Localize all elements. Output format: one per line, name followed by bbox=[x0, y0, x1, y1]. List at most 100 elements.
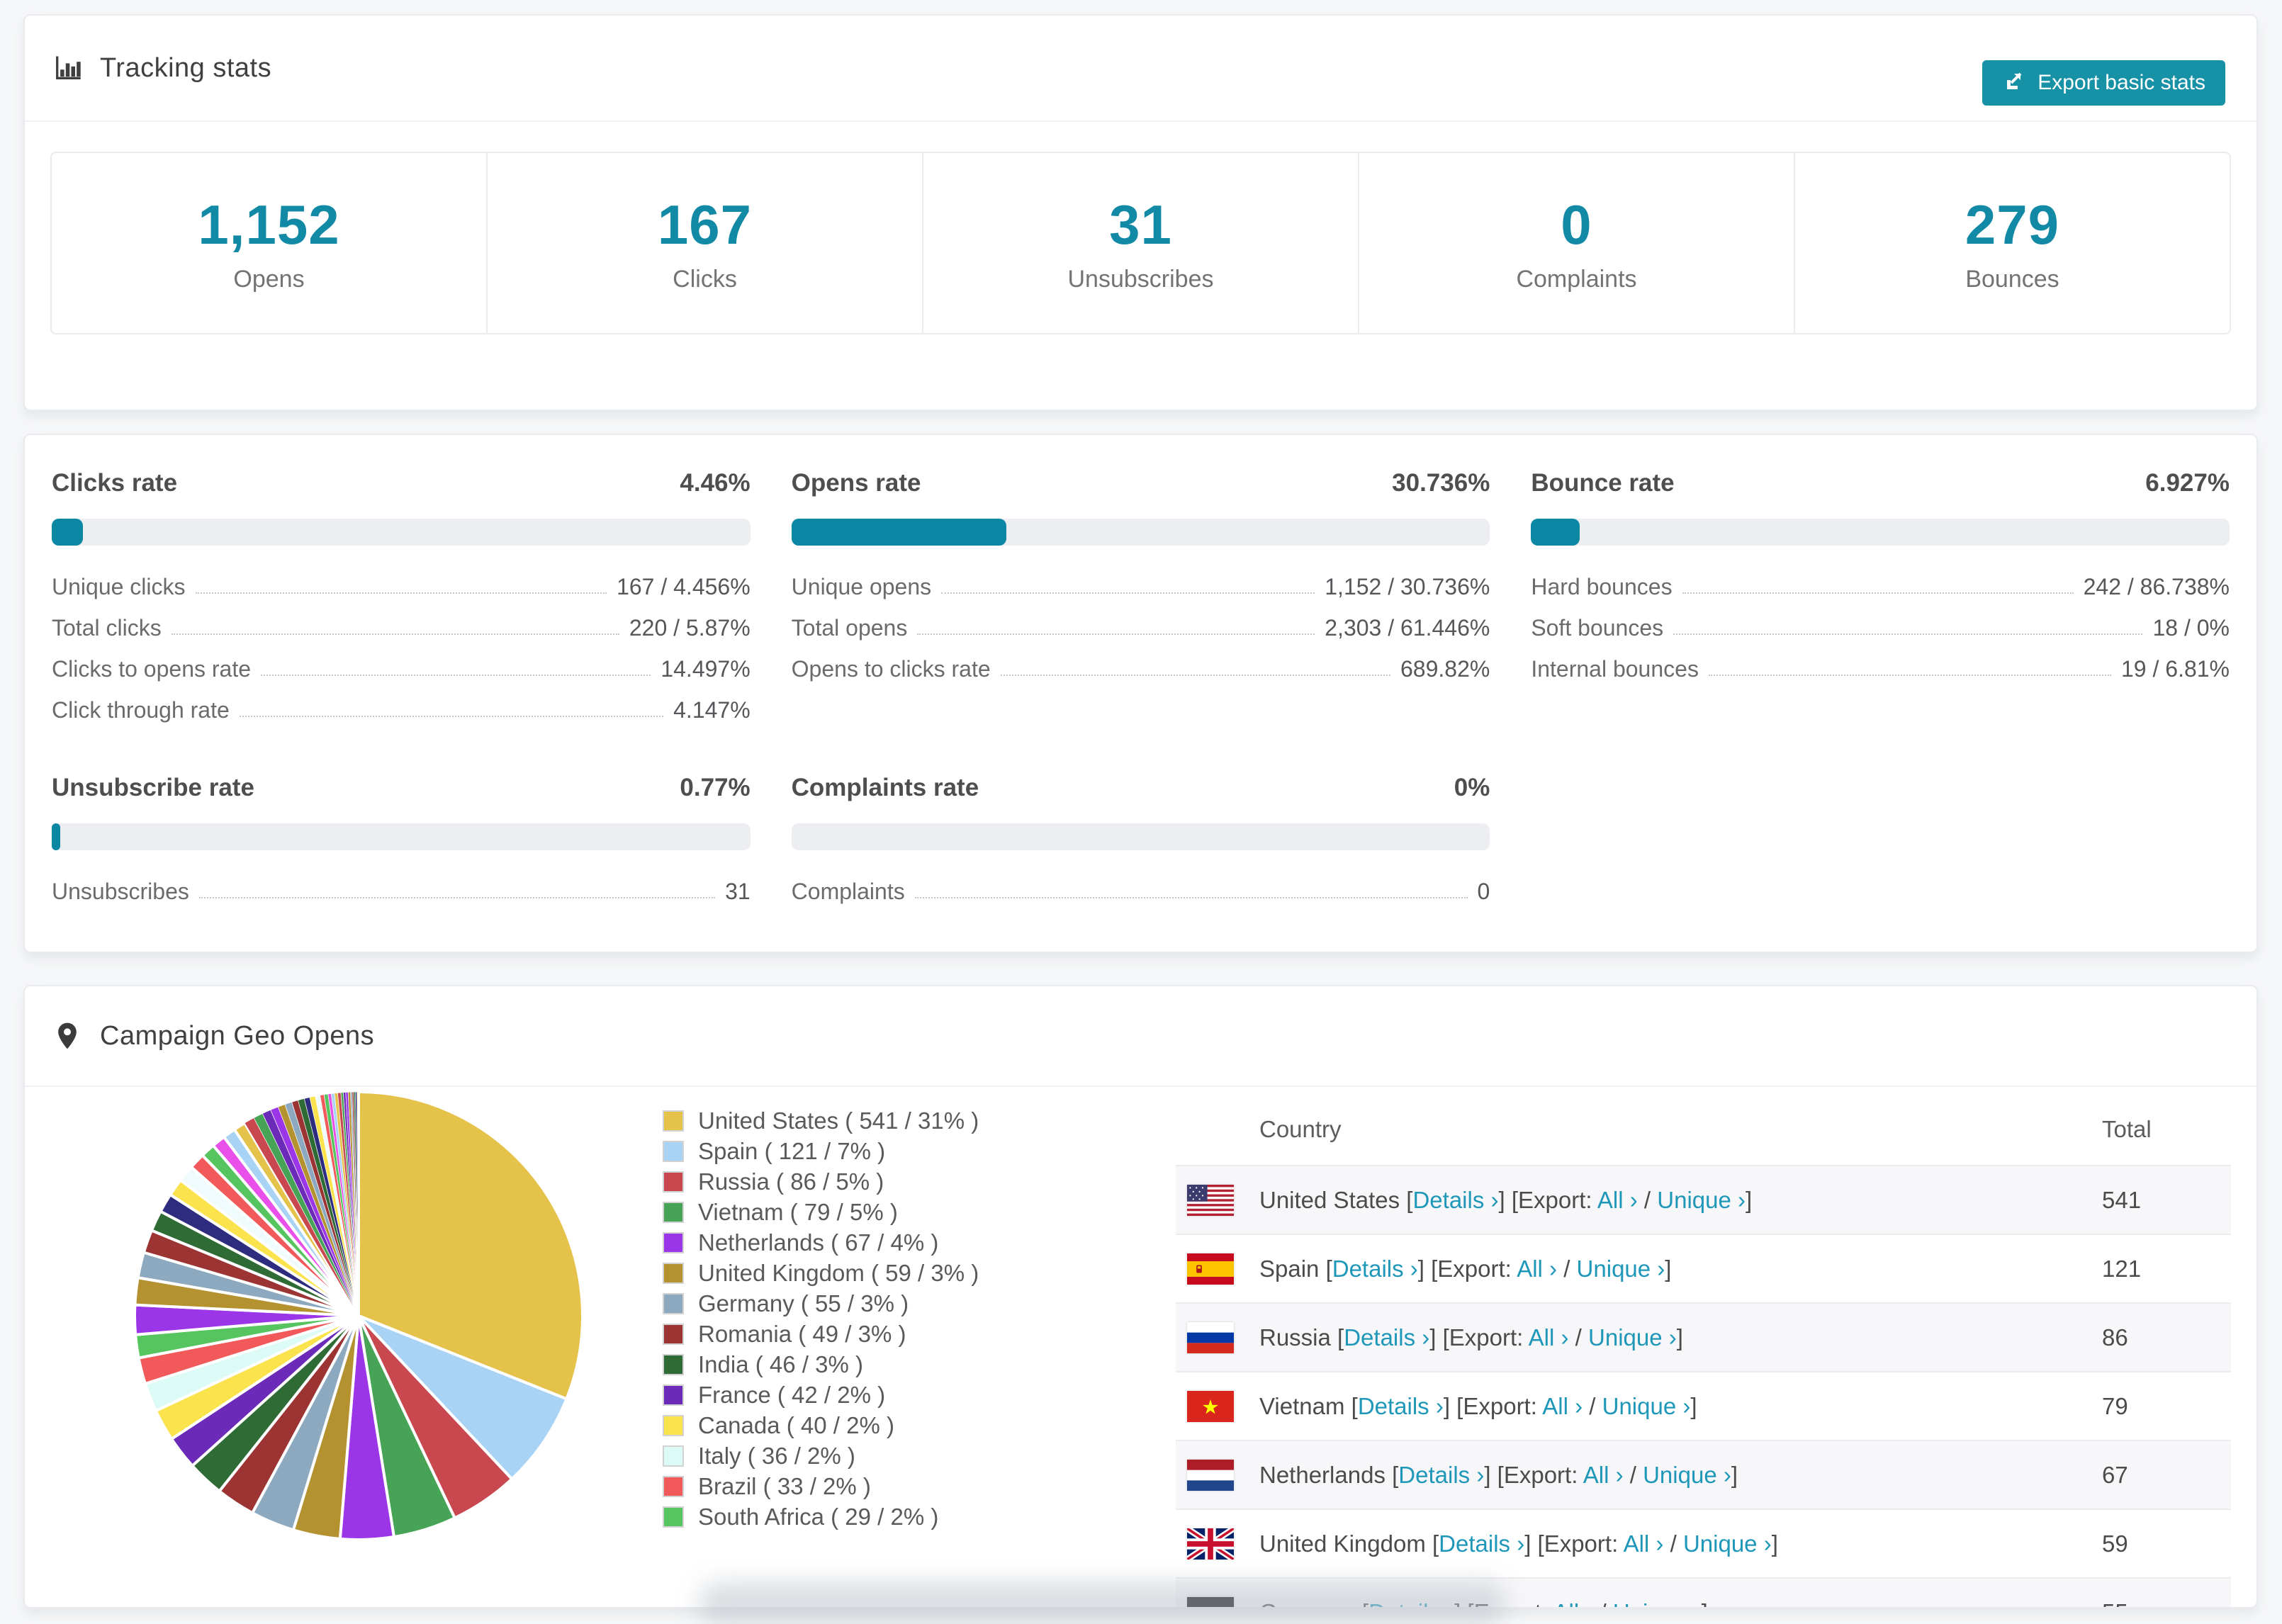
flag-es-icon bbox=[1187, 1253, 1234, 1285]
legend-label: Vietnam ( 79 / 5% ) bbox=[698, 1198, 898, 1225]
rate-detail-row: Soft bounces 18 / 0% bbox=[1531, 615, 2230, 641]
export-all-link[interactable]: All › bbox=[1517, 1256, 1557, 1282]
rate-title: Bounce rate bbox=[1531, 469, 1675, 497]
rate-detail-rows: Hard bounces 242 / 86.738% Soft bounces 18 … bbox=[1531, 574, 2230, 682]
rate-detail-label: Complaints bbox=[791, 879, 905, 904]
rate-detail-label: Hard bounces bbox=[1531, 574, 1673, 599]
details-link[interactable]: Details › bbox=[1368, 1599, 1454, 1608]
tracking-stats-card: Tracking stats Export basic stats 1,152 O… bbox=[23, 14, 2258, 411]
bracket-text: [ bbox=[1344, 1392, 1358, 1419]
details-link[interactable]: Details › bbox=[1412, 1187, 1498, 1213]
country-name: Russia bbox=[1259, 1324, 1331, 1350]
dotted-leader bbox=[171, 633, 619, 635]
details-link[interactable]: Details › bbox=[1358, 1393, 1444, 1419]
geo-opens-card: Campaign Geo Opens United States ( 541 /… bbox=[23, 985, 2258, 1608]
stat-value: 31 bbox=[1109, 193, 1172, 256]
bracket-text: [ bbox=[1319, 1255, 1332, 1282]
export-unique-link[interactable]: Unique › bbox=[1657, 1187, 1746, 1213]
country-name: Vietnam bbox=[1259, 1392, 1345, 1419]
total-cell: 67 bbox=[2102, 1461, 2128, 1488]
geo-opens-table: Country Total United States [Details ›] … bbox=[1176, 1094, 2231, 1608]
country-cell: Vietnam [Details ›] [Export: All › / Uni… bbox=[1259, 1393, 1697, 1420]
details-link[interactable]: Details › bbox=[1398, 1462, 1484, 1488]
legend-swatch bbox=[663, 1353, 684, 1375]
export-unique-link[interactable]: Unique › bbox=[1602, 1393, 1691, 1419]
export-unique-link[interactable]: Unique › bbox=[1577, 1256, 1665, 1282]
legend-swatch bbox=[663, 1292, 684, 1314]
dotted-leader bbox=[917, 633, 1315, 635]
rate-detail-label: Unique clicks bbox=[52, 574, 186, 599]
legend-label: United Kingdom ( 59 / 3% ) bbox=[698, 1259, 979, 1286]
legend-item-netherlands: Netherlands ( 67 / 4% ) bbox=[663, 1227, 979, 1258]
rate-detail-value: 14.497% bbox=[661, 656, 751, 682]
rate-detail-label: Click through rate bbox=[52, 697, 230, 723]
bracket-text: [ bbox=[1425, 1530, 1439, 1557]
flag-gb-icon bbox=[1187, 1528, 1234, 1560]
export-basic-stats-button[interactable]: Export basic stats bbox=[1982, 60, 2225, 106]
legend-item-spain: Spain ( 121 / 7% ) bbox=[663, 1136, 979, 1166]
legend-swatch bbox=[663, 1201, 684, 1223]
rate-detail-row: Internal bounces 19 / 6.81% bbox=[1531, 656, 2230, 682]
export-unique-link[interactable]: Unique › bbox=[1588, 1324, 1677, 1350]
flag-us-icon bbox=[1187, 1184, 1234, 1216]
legend-swatch bbox=[663, 1384, 684, 1406]
export-all-link[interactable]: All › bbox=[1583, 1462, 1624, 1488]
rate-detail-value: 242 / 86.738% bbox=[2083, 574, 2230, 599]
export-prefix-text: ] [Export: bbox=[1524, 1530, 1624, 1557]
stat-value: 279 bbox=[1965, 193, 2060, 256]
bracket-text: ] bbox=[1665, 1255, 1672, 1282]
export-all-link[interactable]: All › bbox=[1624, 1530, 1664, 1557]
details-link[interactable]: Details › bbox=[1439, 1530, 1524, 1557]
rate-detail-row: Clicks to opens rate 14.497% bbox=[52, 656, 751, 682]
export-all-link[interactable]: All › bbox=[1529, 1324, 1569, 1350]
country-name: Netherlands bbox=[1259, 1461, 1386, 1488]
total-cell: 79 bbox=[2102, 1392, 2128, 1419]
export-all-link[interactable]: All › bbox=[1597, 1187, 1638, 1213]
export-all-link[interactable]: All › bbox=[1553, 1599, 1594, 1608]
map-pin-icon bbox=[52, 1020, 83, 1051]
table-row-nl: Netherlands [Details ›] [Export: All › /… bbox=[1176, 1440, 2231, 1509]
legend-item-canada: Canada ( 40 / 2% ) bbox=[663, 1410, 979, 1440]
export-all-link[interactable]: All › bbox=[1542, 1393, 1583, 1419]
legend-label: India ( 46 / 3% ) bbox=[698, 1350, 863, 1377]
stat-value: 167 bbox=[657, 193, 753, 256]
table-row-us: United States [Details ›] [Export: All ›… bbox=[1176, 1165, 2231, 1234]
legend-item-romania: Romania ( 49 / 3% ) bbox=[663, 1319, 979, 1349]
stat-label: Unsubscribes bbox=[1067, 266, 1214, 293]
rate-detail-label: Total opens bbox=[791, 615, 908, 641]
legend-label: Russia ( 86 / 5% ) bbox=[698, 1168, 884, 1195]
legend-swatch bbox=[663, 1110, 684, 1132]
separator-text: / bbox=[1568, 1324, 1589, 1350]
rate-detail-label: Soft bounces bbox=[1531, 615, 1664, 641]
export-unique-link[interactable]: Unique › bbox=[1683, 1530, 1772, 1557]
rate-detail-label: Unsubscribes bbox=[52, 879, 189, 904]
separator-text: / bbox=[1663, 1530, 1683, 1557]
country-cell: United States [Details ›] [Export: All ›… bbox=[1259, 1187, 1752, 1214]
country-cell: Spain [Details ›] [Export: All › / Uniqu… bbox=[1259, 1256, 1671, 1282]
country-name: Germany bbox=[1259, 1599, 1356, 1608]
export-unique-link[interactable]: Unique › bbox=[1613, 1599, 1702, 1608]
flag-de-icon bbox=[1187, 1596, 1234, 1607]
rate-detail-row: Unsubscribes 31 bbox=[52, 879, 751, 905]
legend-label: Brazil ( 33 / 2% ) bbox=[698, 1472, 871, 1499]
details-link[interactable]: Details › bbox=[1332, 1256, 1418, 1282]
export-button-label: Export basic stats bbox=[2038, 71, 2205, 94]
details-link[interactable]: Details › bbox=[1344, 1324, 1429, 1350]
rate-detail-rows: Unique clicks 167 / 4.456% Total clicks 220… bbox=[52, 574, 751, 723]
export-prefix-text: ] [Export: bbox=[1484, 1461, 1583, 1488]
legend-label: Romania ( 49 / 3% ) bbox=[698, 1320, 906, 1347]
rate-block-opens-rate: Opens rate 30.736% Unique opens 1,152 / 30.… bbox=[791, 469, 1490, 738]
stat-label: Clicks bbox=[673, 266, 737, 293]
legend-swatch bbox=[663, 1323, 684, 1345]
legend-item-france: France ( 42 / 2% ) bbox=[663, 1380, 979, 1410]
rate-value: 30.736% bbox=[1392, 469, 1490, 497]
legend-swatch bbox=[663, 1445, 684, 1467]
legend-item-brazil: Brazil ( 33 / 2% ) bbox=[663, 1471, 979, 1501]
rate-detail-row: Complaints 0 bbox=[792, 879, 1490, 905]
bracket-text: ] bbox=[1771, 1530, 1778, 1557]
export-unique-link[interactable]: Unique › bbox=[1643, 1462, 1731, 1488]
dotted-leader bbox=[1708, 675, 2111, 676]
country-cell: Russia [Details ›] [Export: All › / Uniq… bbox=[1259, 1324, 1683, 1351]
geo-opens-pie-chart[interactable] bbox=[130, 1088, 587, 1544]
export-prefix-text: ] [Export: bbox=[1429, 1324, 1529, 1350]
